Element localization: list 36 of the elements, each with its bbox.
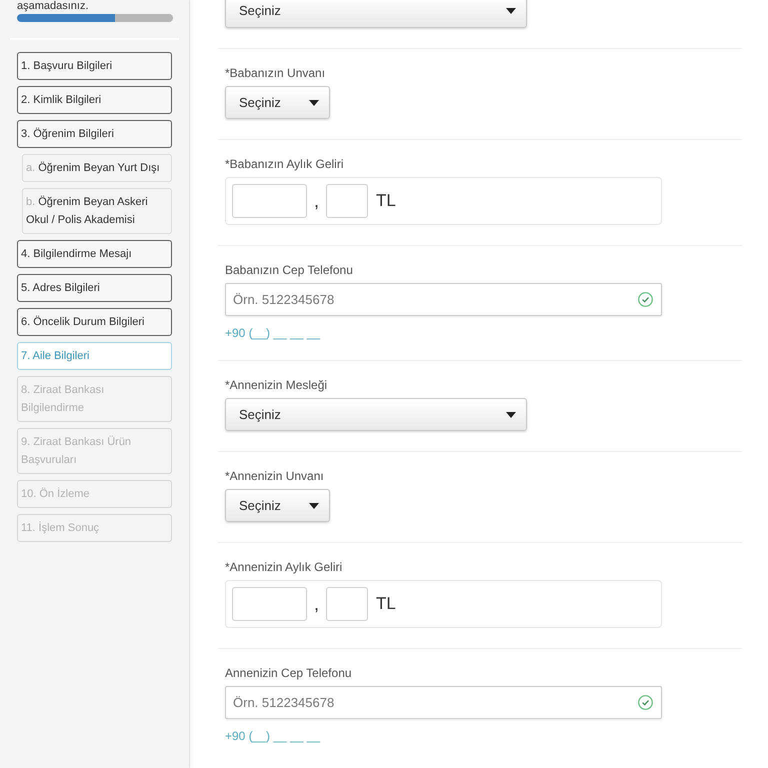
phone-field[interactable]: Örn. 5122345678 — [225, 283, 662, 316]
step-item[interactable]: 5. Adres Bilgileri — [17, 274, 172, 302]
caret-icon — [506, 8, 516, 14]
amount-field[interactable] — [232, 184, 307, 218]
decimal-separator: , — [314, 191, 320, 211]
amount-field[interactable] — [232, 587, 307, 621]
field-label: *Babanızın Unvanı — [225, 66, 326, 80]
decimal-field[interactable] — [326, 587, 368, 621]
substep-item[interactable]: a. Öğrenim Beyan Yurt Dışı — [22, 154, 172, 182]
field-label: Annenizin Cep Telefonu — [225, 666, 352, 680]
field-label: *Annenizin Mesleği — [225, 378, 328, 392]
step-item[interactable]: 3. Öğrenim Bilgileri — [17, 120, 172, 148]
decimal-separator: , — [314, 594, 320, 614]
field-label: *Annenizin Unvanı — [225, 469, 324, 483]
caret-icon — [309, 502, 319, 508]
phone-mask: +90 (__) __ __ __ — [225, 326, 320, 340]
phone-mask: +90 (__) __ __ __ — [225, 729, 320, 743]
field-label: Babanızın Cep Telefonu — [225, 263, 353, 277]
step-item[interactable]: 1. Başvuru Bilgileri — [17, 52, 172, 80]
select-dropdown[interactable]: Seçiniz — [225, 398, 527, 431]
decimal-field[interactable] — [326, 184, 368, 218]
progress-caption: aşamadasınız. — [17, 0, 89, 12]
substep-item[interactable]: b. Öğrenim Beyan Askeri Okul / Polis Akademisi — [22, 188, 172, 234]
currency-label: TL — [376, 191, 396, 211]
caret-icon — [506, 412, 516, 418]
field-label: *Annenizin Aylık Geliri — [225, 560, 342, 574]
currency-label: TL — [376, 594, 396, 614]
step-item[interactable]: 6. Öncelik Durum Bilgileri — [17, 308, 172, 336]
caret-icon — [309, 100, 319, 106]
select-dropdown[interactable]: Seçiniz — [225, 86, 330, 119]
field-label: *Babanızın Aylık Geliri — [225, 157, 344, 171]
step-item[interactable]: 4. Bilgilendirme Mesajı — [17, 240, 172, 268]
step-item[interactable]: 2. Kimlik Bilgileri — [17, 86, 172, 114]
select-dropdown[interactable]: Seçiniz — [225, 0, 527, 28]
phone-field[interactable]: Örn. 5122345678 — [225, 686, 662, 719]
select-dropdown[interactable]: Seçiniz — [225, 489, 330, 522]
